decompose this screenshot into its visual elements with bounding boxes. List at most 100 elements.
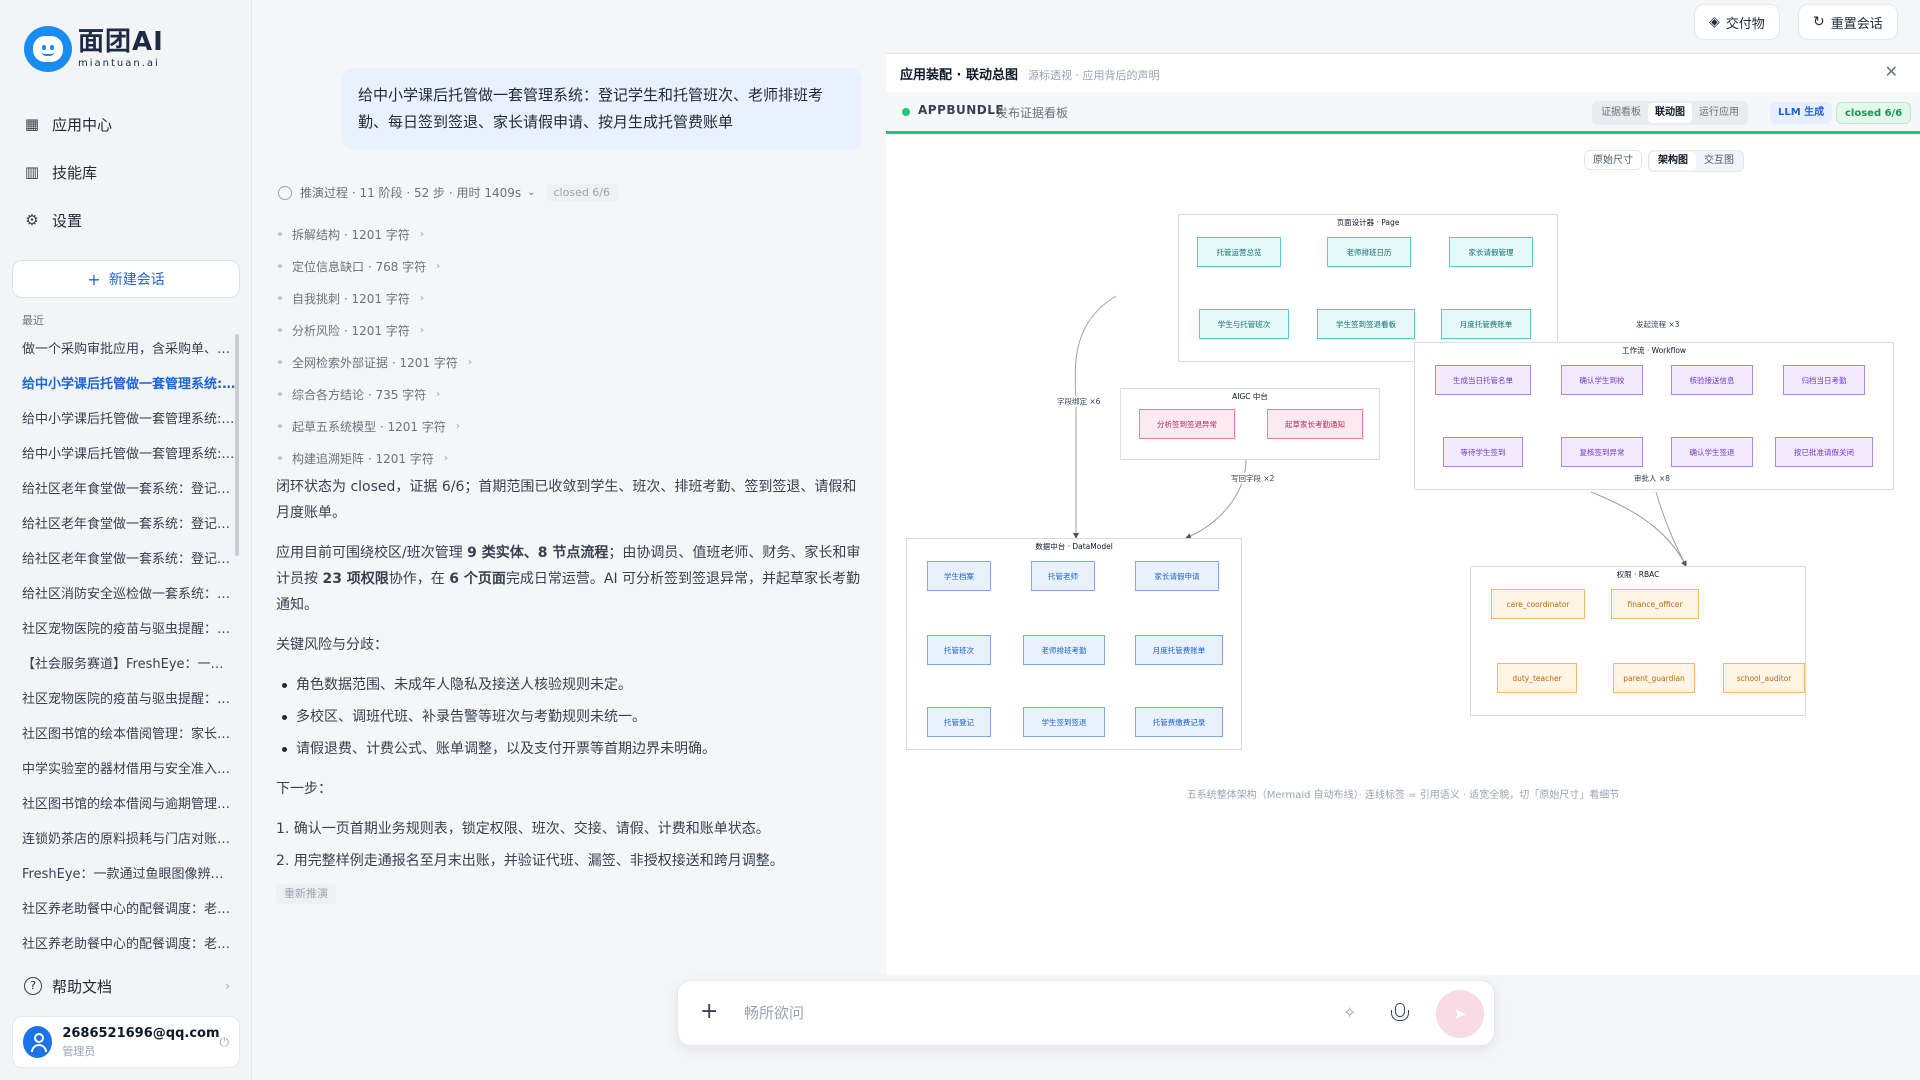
new-chat-button[interactable]: + 新建会话 xyxy=(12,260,240,298)
status-dot xyxy=(902,108,910,116)
node-aigc[interactable]: 分析签到签退异常 xyxy=(1139,409,1235,439)
tab-linkage[interactable]: 联动图 xyxy=(1648,103,1692,123)
reasoning-step[interactable]: 构建追溯矩阵 · 1201 字符 › xyxy=(276,442,472,474)
reasoning-step[interactable]: 定位信息缺口 · 768 字符 › xyxy=(276,250,472,282)
history-item-active[interactable]: 给中小学课后托管做一套管理系统: … xyxy=(10,367,236,402)
node-workflow[interactable]: 确认学生到校 xyxy=(1561,365,1643,395)
history-scrollbar[interactable] xyxy=(235,334,239,556)
send-button[interactable]: ➤ xyxy=(1436,990,1484,1038)
chevron-right-icon: › xyxy=(419,324,424,336)
appbundle-bar: APPBUNDLE 发布证据看板 证据看板 联动图 运行应用 LLM 生成 cl… xyxy=(886,92,1920,134)
architecture-diagram: 页面设计器 · Page 托管运营总览 老师排班日历 家长请假管理 学生与托管班… xyxy=(886,146,1920,766)
node-rbac[interactable]: care_coordinator xyxy=(1491,589,1585,619)
tab-run-app[interactable]: 运行应用 xyxy=(1692,103,1746,123)
history-item[interactable]: 社区宠物医院的疫苗与驱虫提醒：建… xyxy=(10,612,236,647)
node-page[interactable]: 托管运营总览 xyxy=(1197,237,1281,267)
sidebar: 面团AI miantuan.ai ▦ 应用中心 ▥ 技能库 ⚙ 设置 + 新建会… xyxy=(0,0,252,1080)
node-datamodel[interactable]: 托管登记 xyxy=(927,707,991,737)
sparkle-icon[interactable]: ✧ xyxy=(1343,1003,1356,1022)
history-item[interactable]: 连锁奶茶店的原料损耗与门店对账：… xyxy=(10,822,236,857)
reasoning-step[interactable]: 自我挑刺 · 1201 字符 › xyxy=(276,282,472,314)
history-item[interactable]: 给社区老年食堂做一套系统：登记就… xyxy=(10,507,236,542)
node-page[interactable]: 学生签到签退看板 xyxy=(1317,309,1415,339)
history-item[interactable]: 给社区老年食堂做一套系统：登记就… xyxy=(10,472,236,507)
chat-input[interactable] xyxy=(744,1001,1304,1025)
cluster-page: 页面设计器 · Page 托管运营总览 老师排班日历 家长请假管理 学生与托管班… xyxy=(1178,214,1558,362)
node-workflow[interactable]: 确认学生签退 xyxy=(1671,437,1753,467)
attach-plus-icon[interactable]: + xyxy=(700,999,718,1024)
node-page[interactable]: 月度托管费账单 xyxy=(1441,309,1531,339)
cluster-rbac: 权限 · RBAC care_coordinator finance_offic… xyxy=(1470,566,1806,716)
rerun-button[interactable]: 重新推演 xyxy=(276,884,336,904)
user-message: 给中小学课后托管做一套管理系统：登记学生和托管班次、老师排班考勤、每日签到签退、… xyxy=(342,68,862,150)
panel-title: 应用装配 · 联动总图 xyxy=(900,68,1018,83)
history-item[interactable]: 社区养老助餐中心的配餐调度：老人… xyxy=(10,927,236,958)
node-workflow[interactable]: 按已批准请假关闭 xyxy=(1775,437,1873,467)
history-item[interactable]: 社区养老助餐中心的配餐调度：老人… xyxy=(10,892,236,927)
node-rbac[interactable]: duty_teacher xyxy=(1497,663,1577,693)
reasoning-icon xyxy=(278,185,292,200)
help-label: 帮助文档 xyxy=(52,977,113,996)
reasoning-step[interactable]: 起草五系统模型 · 1201 字符 › xyxy=(276,410,472,442)
assistant-answer: 闭环状态为 closed，证据 6/6；首期范围已收敛到学生、班次、排班考勤、签… xyxy=(276,474,866,906)
node-workflow[interactable]: 复核签到异常 xyxy=(1561,437,1643,467)
history-item[interactable]: 给中小学课后托管做一套管理系统: … xyxy=(10,437,236,472)
node-aigc[interactable]: 起草家长考勤通知 xyxy=(1267,409,1363,439)
microphone-icon[interactable] xyxy=(1391,1003,1409,1021)
reset-session-button[interactable]: ↻ 重置会话 xyxy=(1798,4,1898,40)
node-rbac[interactable]: parent_guardian xyxy=(1613,663,1695,693)
node-workflow[interactable]: 归档当日考勤 xyxy=(1783,365,1865,395)
history-item[interactable]: 社区宠物医院的疫苗与驱虫提醒：建… xyxy=(10,682,236,717)
reasoning-toggle[interactable]: 推演过程 · 11 阶段 · 52 步 · 用时 1409s ⌄ closed … xyxy=(278,184,619,201)
node-page[interactable]: 家长请假管理 xyxy=(1449,237,1533,267)
node-datamodel[interactable]: 学生档案 xyxy=(927,561,991,591)
next-title: 下一步： xyxy=(276,781,332,797)
risk-title: 关键风险与分歧： xyxy=(276,637,388,653)
nav-item-apps[interactable]: ▦ 应用中心 xyxy=(14,104,240,144)
history-item[interactable]: 【社会服务赛道】FreshEye：一款通… xyxy=(10,647,236,682)
node-datamodel[interactable]: 月度托管费账单 xyxy=(1135,635,1223,665)
node-datamodel[interactable]: 老师排班考勤 xyxy=(1023,635,1105,665)
history-item[interactable]: 社区图书馆的绘本借阅管理：家长预… xyxy=(10,717,236,752)
nav-item-settings[interactable]: ⚙ 设置 xyxy=(14,200,240,240)
user-role: 管理员 xyxy=(62,1044,96,1058)
history-item[interactable]: 中学实验室的器材借用与安全准入：… xyxy=(10,752,236,787)
panel-subtitle: 源标透视 · 应用背后的声明 xyxy=(1028,69,1160,82)
node-page[interactable]: 老师排班日历 xyxy=(1327,237,1411,267)
close-icon[interactable]: ✕ xyxy=(1885,62,1898,81)
reasoning-step[interactable]: 拆解结构 · 1201 字符 › xyxy=(276,218,472,250)
app-logo[interactable]: 面团AI miantuan.ai xyxy=(24,26,164,72)
user-card[interactable]: 2686521696@qq.com 管理员 ⏻ xyxy=(12,1016,240,1068)
history-item[interactable]: 给社区老年食堂做一套系统：登记就… xyxy=(10,542,236,577)
history-item[interactable]: FreshEye：一款通过鱼眼图像辨别水… xyxy=(10,857,236,892)
gear-icon: ⚙ xyxy=(25,211,39,229)
history-item[interactable]: 做一个采购审批应用，含采购单、经… xyxy=(10,332,236,367)
logo-mascot-icon xyxy=(24,26,72,72)
node-datamodel[interactable]: 学生签到签退 xyxy=(1023,707,1105,737)
node-rbac[interactable]: school_auditor xyxy=(1723,663,1805,693)
reasoning-step[interactable]: 分析风险 · 1201 字符 › xyxy=(276,314,472,346)
help-docs-link[interactable]: ? 帮助文档 › xyxy=(14,970,240,1002)
history-item[interactable]: 社区图书馆的绘本借阅与逾期管理：… xyxy=(10,787,236,822)
tab-evidence[interactable]: 证据看板 xyxy=(1594,103,1648,123)
node-page[interactable]: 学生与托管班次 xyxy=(1199,309,1289,339)
node-datamodel[interactable]: 家长请假申请 xyxy=(1135,561,1219,591)
node-workflow[interactable]: 核验接送信息 xyxy=(1671,365,1753,395)
nav-item-skills[interactable]: ▥ 技能库 xyxy=(14,152,240,192)
node-datamodel[interactable]: 托管老师 xyxy=(1031,561,1095,591)
chevron-down-icon: ⌄ xyxy=(527,187,536,198)
node-workflow[interactable]: 等待学生签到 xyxy=(1443,437,1523,467)
edge-label: 审批人 ×8 xyxy=(1632,473,1672,484)
node-workflow[interactable]: 生成当日托管名单 xyxy=(1435,365,1531,395)
logout-icon[interactable]: ⏻ xyxy=(220,1035,230,1050)
history-item[interactable]: 给中小学课后托管做一套管理系统: … xyxy=(10,402,236,437)
history-item[interactable]: 给社区消防安全巡检做一套系统：登… xyxy=(10,577,236,612)
node-datamodel[interactable]: 托管费缴费记录 xyxy=(1135,707,1223,737)
reasoning-step[interactable]: 综合各方结论 · 735 字符 › xyxy=(276,378,472,410)
node-datamodel[interactable]: 托管班次 xyxy=(927,635,991,665)
deliverables-button[interactable]: ◈ 交付物 xyxy=(1694,4,1780,40)
reasoning-step[interactable]: 全网检索外部证据 · 1201 字符 › xyxy=(276,346,472,378)
next-step-item: 1. 确认一页首期业务规则表，锁定权限、班次、交接、请假、计费和账单状态。 xyxy=(276,821,770,837)
answer-summary: 应用目前可围绕校区/班次管理 9 类实体、8 节点流程；由协调员、值班老师、财务… xyxy=(276,545,861,613)
node-rbac[interactable]: finance_officer xyxy=(1611,589,1699,619)
